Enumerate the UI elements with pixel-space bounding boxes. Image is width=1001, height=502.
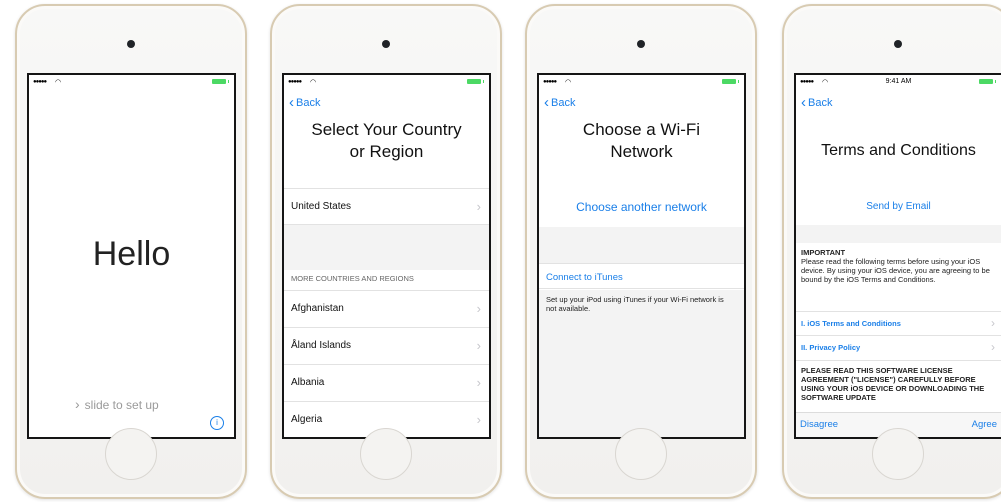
chevron-right-icon: ›: [991, 316, 995, 330]
section-spacer: [796, 225, 1001, 243]
wifi-icon: ◠: [565, 79, 572, 86]
home-button[interactable]: [615, 428, 667, 480]
screen-terms: ●●●●● ◠ 9:41 AM ‹ Back Terms and Conditio…: [794, 73, 1001, 439]
home-button[interactable]: [872, 428, 924, 480]
chevron-right-icon: ›: [476, 301, 481, 316]
license-text: PLEASE READ THIS SOFTWARE LICENSE AGREEM…: [801, 366, 985, 402]
back-label: Back: [551, 97, 576, 109]
signal-icon: ●●●●●: [543, 79, 557, 85]
country-label: Åland Islands: [291, 340, 352, 351]
terms-link-row[interactable]: I. iOS Terms and Conditions ›: [796, 311, 1001, 336]
hello-title: Hello: [92, 235, 171, 273]
slide-hint-label: slide to set up: [84, 398, 159, 412]
screen-hello: ●●●●● ◠ Hello › slide to set up i: [27, 73, 236, 439]
country-label: Albania: [291, 377, 325, 388]
choose-another-network-link[interactable]: Choose another network: [539, 200, 744, 214]
camera-dot: [894, 40, 902, 48]
back-button[interactable]: ‹ Back: [801, 93, 833, 111]
connect-itunes-link[interactable]: Connect to iTunes: [539, 263, 744, 289]
wifi-icon: ◠: [55, 79, 62, 86]
section-spacer: [284, 225, 489, 270]
back-button[interactable]: ‹ Back: [289, 93, 321, 111]
status-bar: ●●●●● ◠: [29, 78, 234, 88]
back-button[interactable]: ‹ Back: [544, 93, 576, 111]
chevron-left-icon: ‹: [544, 94, 549, 111]
screen-wifi: ●●●●● ◠ ‹ Back Choose a Wi-Fi Network Cho…: [537, 73, 746, 439]
section-spacer: [539, 227, 744, 263]
ipod-device-country: ●●●●● ◠ ‹ Back Select Your Country or Reg…: [270, 4, 502, 499]
back-label: Back: [808, 97, 833, 109]
title-line-2: or Region: [349, 142, 424, 161]
screen-country: ●●●●● ◠ ‹ Back Select Your Country or Reg…: [282, 73, 491, 439]
back-label: Back: [296, 97, 321, 109]
title-line-1: Select Your Country: [311, 120, 462, 139]
signal-icon: ●●●●●: [33, 79, 47, 85]
slide-to-setup[interactable]: › slide to set up: [75, 396, 159, 412]
info-icon[interactable]: i: [210, 416, 224, 430]
itunes-note: Set up your iPod using iTunes if your Wi…: [546, 295, 724, 313]
chevron-left-icon: ‹: [289, 94, 294, 111]
wifi-icon: ◠: [310, 79, 317, 86]
ipod-device-wifi: ●●●●● ◠ ‹ Back Choose a Wi-Fi Network Cho…: [525, 4, 757, 499]
terms-link-label: I. iOS Terms and Conditions: [801, 319, 901, 328]
chevron-left-icon: ‹: [801, 94, 806, 111]
camera-dot: [382, 40, 390, 48]
chevron-right-icon: ›: [75, 396, 80, 412]
page-title: Select Your Country or Region: [284, 119, 489, 163]
chevron-right-icon: ›: [476, 375, 481, 390]
home-button[interactable]: [360, 428, 412, 480]
disagree-button[interactable]: Disagree: [800, 419, 838, 430]
camera-dot: [637, 40, 645, 48]
status-bar: ●●●●● ◠ 9:41 AM: [796, 78, 1001, 88]
country-row[interactable]: Albania ›: [284, 364, 489, 401]
ipod-device-terms: ●●●●● ◠ 9:41 AM ‹ Back Terms and Conditio…: [782, 4, 1001, 499]
agree-button[interactable]: Agree: [972, 419, 997, 430]
chevron-right-icon: ›: [476, 338, 481, 353]
country-row[interactable]: Afghanistan ›: [284, 290, 489, 327]
section-header: MORE COUNTRIES AND REGIONS: [291, 274, 414, 283]
signal-icon: ●●●●●: [288, 79, 302, 85]
country-label: Afghanistan: [291, 303, 344, 314]
status-bar: ●●●●● ◠: [539, 78, 744, 88]
country-label: Algeria: [291, 414, 323, 425]
country-row[interactable]: Åland Islands ›: [284, 327, 489, 364]
privacy-link-label: II. Privacy Policy: [801, 343, 861, 352]
title-line-2: Network: [610, 142, 673, 161]
battery-icon: [979, 79, 996, 84]
send-by-email-link[interactable]: Send by Email: [796, 201, 1001, 212]
camera-dot: [127, 40, 135, 48]
ipod-device-hello: ●●●●● ◠ Hello › slide to set up i: [15, 4, 247, 499]
country-row-primary[interactable]: United States ›: [284, 188, 489, 225]
title-line-1: Choose a Wi-Fi: [582, 120, 701, 139]
status-time: 9:41 AM: [885, 78, 912, 85]
important-text: Please read the following terms before u…: [801, 257, 990, 284]
battery-icon: [467, 79, 484, 84]
chevron-right-icon: ›: [991, 340, 995, 354]
country-label: United States: [291, 201, 352, 212]
chevron-right-icon: ›: [476, 199, 481, 214]
home-button[interactable]: [105, 428, 157, 480]
status-bar: ●●●●● ◠: [284, 78, 489, 88]
page-title: Terms and Conditions: [821, 142, 976, 159]
chevron-right-icon: ›: [476, 412, 481, 427]
privacy-link-row[interactable]: II. Privacy Policy ›: [796, 335, 1001, 361]
battery-icon: [212, 79, 229, 84]
important-heading: IMPORTANT: [801, 248, 846, 257]
page-title: Choose a Wi-Fi Network: [539, 119, 744, 163]
battery-icon: [722, 79, 739, 84]
